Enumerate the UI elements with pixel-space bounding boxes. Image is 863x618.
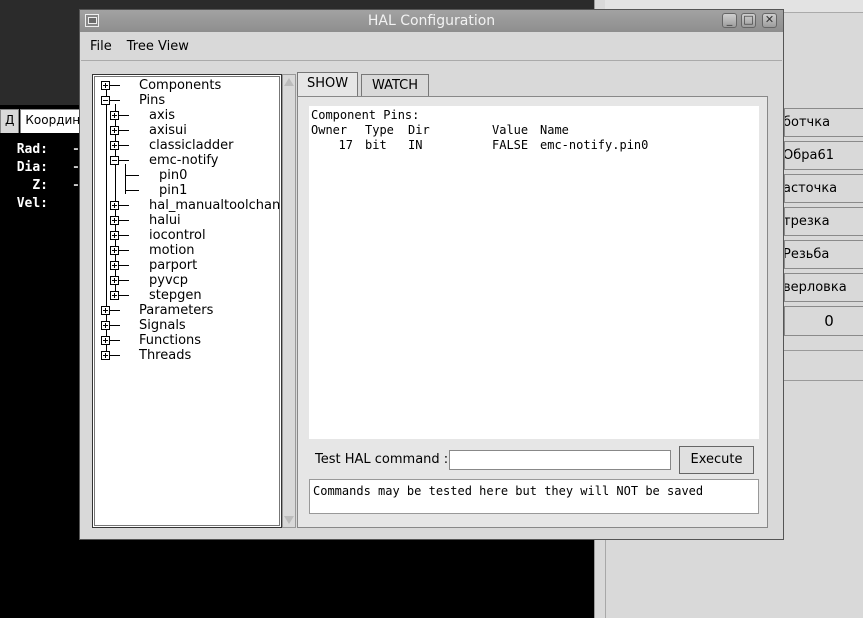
- expand-icon[interactable]: [110, 201, 119, 210]
- pins-header-row: Owner Type Dir Value Name: [311, 123, 569, 137]
- menu-tree-view[interactable]: Tree View: [117, 35, 194, 59]
- dro-row-dia: Dia: -: [16, 160, 80, 175]
- pins-row: 17 bit IN FALSE emc-notify.pin0: [338, 138, 649, 152]
- close-icon[interactable]: ✕: [762, 13, 777, 28]
- window-title: HAL Configuration: [367, 13, 496, 29]
- tree-item-label: Pins: [139, 93, 166, 108]
- background-dro: Rad: - Dia: - Z: - Vel:: [10, 142, 80, 214]
- minimize-icon[interactable]: _: [722, 13, 737, 28]
- expand-icon[interactable]: [101, 81, 110, 90]
- mode-button-1[interactable]: ботчка: [784, 108, 863, 137]
- scroll-down-icon[interactable]: [284, 516, 294, 524]
- background-preview-area: [80, 540, 606, 618]
- menu-file[interactable]: File: [80, 35, 117, 59]
- mode-button-3[interactable]: асточка: [784, 174, 863, 203]
- pins-heading: Component Pins:: [311, 108, 420, 122]
- expand-icon[interactable]: [110, 231, 119, 240]
- expand-icon[interactable]: [110, 111, 119, 120]
- background-divider: [784, 350, 863, 351]
- mode-button-5[interactable]: Резьба: [784, 240, 863, 269]
- tree-scrollbar[interactable]: [282, 74, 296, 528]
- expand-icon[interactable]: [110, 141, 119, 150]
- background-divider: [784, 380, 863, 381]
- expand-icon[interactable]: [110, 261, 119, 270]
- background-tab-2[interactable]: Координ: [20, 109, 86, 133]
- expand-icon[interactable]: [101, 351, 110, 360]
- dro-row-vel: Vel:: [16, 196, 48, 211]
- command-output: Commands may be tested here but they wil…: [309, 479, 759, 514]
- collapse-icon[interactable]: [110, 156, 119, 165]
- window-titlebar[interactable]: HAL Configuration _ □ ✕: [80, 10, 783, 32]
- tree-item-label: Components: [139, 78, 222, 93]
- mode-button-2[interactable]: Обра61: [784, 141, 863, 170]
- scroll-up-icon[interactable]: [284, 78, 294, 86]
- background-mode-buttons: ботчка Обра61 асточка трезка Резьба верл…: [784, 108, 863, 340]
- hal-configuration-window: HAL Configuration _ □ ✕ File Tree View C…: [79, 9, 784, 540]
- expand-icon[interactable]: [101, 336, 110, 345]
- expand-icon[interactable]: [110, 126, 119, 135]
- background-tab-1[interactable]: Д: [0, 109, 20, 133]
- expand-icon[interactable]: [101, 321, 110, 330]
- mode-counter: 0: [784, 306, 863, 336]
- mode-button-4[interactable]: трезка: [784, 207, 863, 236]
- mode-button-6[interactable]: верловка: [784, 273, 863, 302]
- dro-row-z: Z: -: [32, 178, 80, 193]
- test-hal-command-label: Test HAL command :: [315, 452, 449, 467]
- execute-button[interactable]: Execute: [679, 446, 754, 474]
- menu-bar: File Tree View: [80, 35, 194, 59]
- hal-tree-view: Components Pins axis axisui classicladde…: [92, 74, 282, 528]
- menu-separator: [81, 60, 782, 61]
- expand-icon[interactable]: [101, 306, 110, 315]
- maximize-icon[interactable]: □: [741, 13, 756, 28]
- pins-info-text: Component Pins: Owner Type Dir Value Name 17 bi…: [309, 106, 759, 439]
- expand-icon[interactable]: [110, 291, 119, 300]
- background-tab-bar: Д Координ: [0, 109, 86, 133]
- expand-icon[interactable]: [110, 276, 119, 285]
- collapse-icon[interactable]: [101, 96, 110, 105]
- dro-row-rad: Rad: -: [16, 142, 80, 157]
- tab-show[interactable]: SHOW: [297, 72, 358, 96]
- expand-icon[interactable]: [110, 246, 119, 255]
- hal-command-input[interactable]: [449, 450, 671, 470]
- expand-icon[interactable]: [110, 216, 119, 225]
- tab-watch[interactable]: WATCH: [361, 74, 429, 96]
